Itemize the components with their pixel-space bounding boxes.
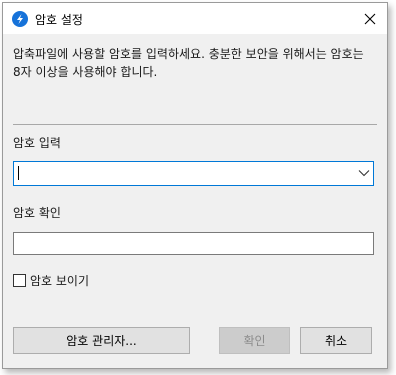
text-caret (18, 166, 19, 180)
cancel-button[interactable]: 취소 (300, 327, 372, 354)
password-input-combo[interactable] (13, 161, 374, 186)
description-text: 압축파일에 사용할 암호를 입력하세요. 충분한 보안을 위해서는 암호는 8자… (13, 47, 364, 79)
ok-button[interactable]: 확인 (219, 327, 290, 354)
close-button[interactable] (353, 3, 387, 34)
password-dialog: 암호 설정 압축파일에 사용할 암호를 입력하세요. 충분한 보안을 위해서는 … (2, 2, 388, 369)
show-password-checkbox[interactable] (13, 274, 26, 287)
app-icon (12, 11, 28, 27)
title-bar[interactable]: 암호 설정 (3, 3, 387, 34)
divider (13, 124, 377, 125)
password-confirm-field[interactable] (13, 232, 374, 255)
show-password-label[interactable]: 암호 보이기 (30, 272, 89, 289)
password-manager-button[interactable]: 암호 관리자... (13, 327, 190, 354)
chevron-down-icon[interactable] (358, 168, 370, 178)
show-password-option[interactable]: 암호 보이기 (13, 272, 89, 289)
window-title: 암호 설정 (35, 13, 83, 27)
password-confirm-label: 암호 확인 (13, 206, 61, 220)
password-input-label: 암호 입력 (13, 136, 61, 150)
close-icon (364, 13, 376, 24)
